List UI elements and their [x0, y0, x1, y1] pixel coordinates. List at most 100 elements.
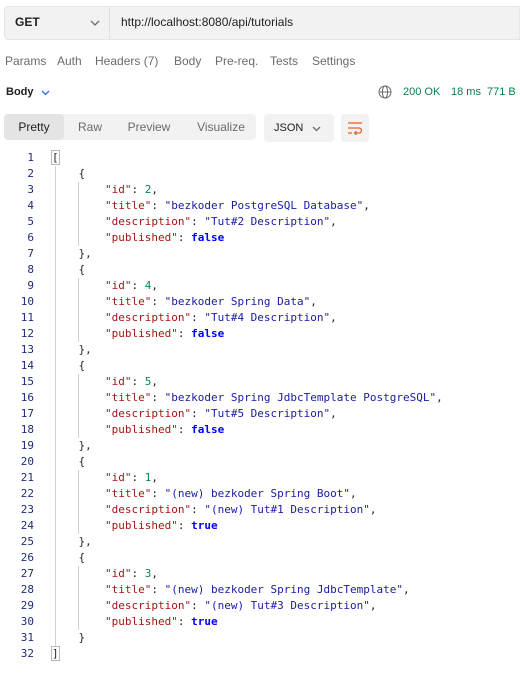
line-number: 21: [20, 471, 34, 484]
code-text: "id": 4,: [104, 279, 158, 292]
response-body-select[interactable]: Body: [6, 86, 34, 98]
wrap-lines-icon: [348, 122, 363, 135]
response-time[interactable]: 18 ms: [451, 86, 481, 98]
json-title-value: "(new) bezkoder Spring Boot": [164, 487, 351, 500]
code-text: {: [52, 263, 86, 276]
code-line: 30 "published": true: [0, 614, 520, 630]
code-line: 25 },: [0, 534, 520, 550]
line-number: 1: [27, 151, 34, 164]
code-line: 32]: [0, 646, 520, 662]
tab-pretty[interactable]: Pretty: [4, 114, 64, 140]
line-number: 27: [20, 567, 34, 580]
tab-pre-request[interactable]: Pre-req.: [215, 54, 258, 68]
line-number: 28: [20, 583, 34, 596]
globe-icon[interactable]: [378, 85, 392, 99]
json-id-value: 4: [144, 279, 152, 292]
response-body-editor[interactable]: 1[ 2 { 3 "id": 2, 4 "title": "bezkoder P…: [0, 150, 520, 670]
code-text: "published": true: [104, 519, 218, 532]
code-text: "published": true: [104, 615, 218, 628]
code-line: 26 {: [0, 550, 520, 566]
request-url-bar: GET http://localhost:8080/api/tutorials: [4, 6, 520, 40]
status-code[interactable]: 200 OK: [403, 86, 440, 98]
line-number: 11: [20, 311, 34, 324]
line-number: 23: [20, 503, 34, 516]
code-line: 31 }: [0, 630, 520, 646]
code-text: },: [52, 247, 92, 260]
code-line: 18 "published": false: [0, 422, 520, 438]
code-text: "description": "Tut#4 Description",: [104, 311, 337, 324]
code-text: "published": false: [104, 423, 225, 436]
tab-raw[interactable]: Raw: [68, 114, 112, 140]
code-text: },: [52, 439, 92, 452]
code-line: 8 {: [0, 262, 520, 278]
line-number: 3: [27, 183, 34, 196]
url-input[interactable]: http://localhost:8080/api/tutorials: [121, 15, 293, 29]
line-number: 25: [20, 535, 34, 548]
code-text: "published": false: [104, 231, 225, 244]
tab-headers[interactable]: Headers (7): [95, 54, 158, 68]
json-description-value: "Tut#2 Description": [204, 215, 331, 228]
tab-settings[interactable]: Settings: [312, 54, 355, 68]
line-number: 6: [27, 231, 34, 244]
json-published-value: false: [191, 231, 225, 244]
json-id-value: 5: [144, 375, 152, 388]
tab-tests[interactable]: Tests: [270, 54, 298, 68]
code-line: 27 "id": 3,: [0, 566, 520, 582]
json-title-value: "bezkoder PostgreSQL Database": [164, 199, 364, 212]
format-select[interactable]: JSON: [264, 114, 334, 142]
code-text: "title": "bezkoder Spring JdbcTemplate P…: [104, 391, 443, 404]
line-number: 29: [20, 599, 34, 612]
json-published-value: true: [191, 615, 218, 628]
code-text: "title": "(new) bezkoder Spring JdbcTemp…: [104, 583, 410, 596]
line-number: 16: [20, 391, 34, 404]
code-text: "title": "bezkoder Spring Data",: [104, 295, 317, 308]
code-text: ]: [51, 646, 60, 661]
json-published-value: false: [191, 327, 225, 340]
tab-auth[interactable]: Auth: [57, 54, 82, 68]
line-number: 14: [20, 359, 34, 372]
code-line: 12 "published": false: [0, 326, 520, 342]
code-line: 20 {: [0, 454, 520, 470]
line-number: 15: [20, 375, 34, 388]
code-line: 22 "title": "(new) bezkoder Spring Boot"…: [0, 486, 520, 502]
json-description-value: "(new) Tut#3 Description": [204, 599, 370, 612]
response-size[interactable]: 771 B: [487, 86, 516, 98]
line-number: 31: [20, 631, 34, 644]
code-line: 16 "title": "bezkoder Spring JdbcTemplat…: [0, 390, 520, 406]
json-id-value: 2: [144, 183, 152, 196]
json-description-value: "Tut#4 Description": [204, 311, 331, 324]
tab-params[interactable]: Params: [5, 54, 46, 68]
method-select[interactable]: GET: [5, 7, 110, 39]
code-text: {: [52, 167, 86, 180]
code-line: 28 "title": "(new) bezkoder Spring JdbcT…: [0, 582, 520, 598]
json-id-value: 3: [144, 567, 152, 580]
code-text: {: [52, 551, 86, 564]
json-title-value: "bezkoder Spring Data": [164, 295, 311, 308]
code-text: },: [52, 343, 92, 356]
code-text: "id": 1,: [104, 471, 158, 484]
code-text: "id": 3,: [104, 567, 158, 580]
code-text: "description": "Tut#2 Description",: [104, 215, 337, 228]
code-line: 4 "title": "bezkoder PostgreSQL Database…: [0, 198, 520, 214]
tab-preview[interactable]: Preview: [118, 114, 180, 140]
code-text: },: [52, 535, 92, 548]
code-line: 23 "description": "(new) Tut#1 Descripti…: [0, 502, 520, 518]
json-description-value: "Tut#5 Description": [204, 407, 331, 420]
line-number: 12: [20, 327, 34, 340]
tab-body[interactable]: Body: [174, 54, 201, 68]
wrap-lines-button[interactable]: [341, 114, 369, 142]
chevron-down-icon[interactable]: [40, 87, 51, 98]
code-text: "id": 2,: [104, 183, 158, 196]
code-line: 5 "description": "Tut#2 Description",: [0, 214, 520, 230]
chevron-down-icon: [312, 126, 321, 132]
code-text: "title": "bezkoder PostgreSQL Database",: [104, 199, 370, 212]
json-description-value: "(new) Tut#1 Description": [204, 503, 370, 516]
tab-visualize[interactable]: Visualize: [188, 114, 254, 140]
line-number: 32: [20, 647, 34, 660]
line-number: 20: [20, 455, 34, 468]
code-text: {: [52, 359, 86, 372]
line-number: 30: [20, 615, 34, 628]
code-line: 17 "description": "Tut#5 Description",: [0, 406, 520, 422]
line-number: 18: [20, 423, 34, 436]
code-text: "description": "(new) Tut#3 Description"…: [104, 599, 377, 612]
